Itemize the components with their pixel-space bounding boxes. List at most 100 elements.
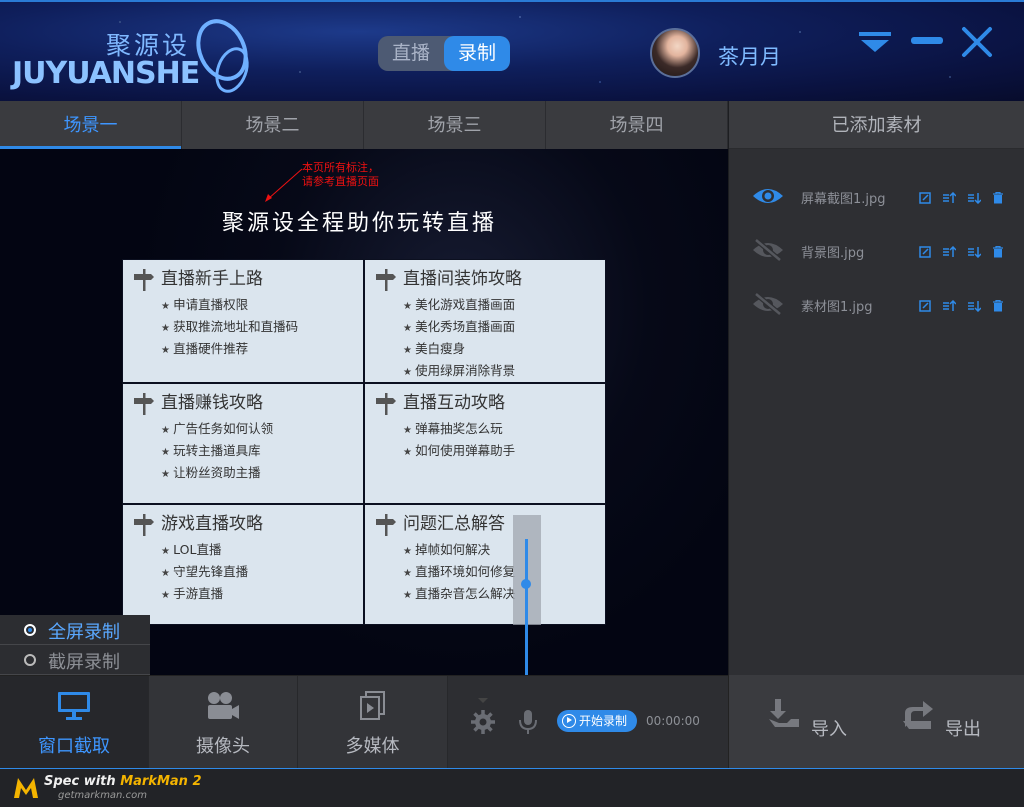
username[interactable]: 茶月月 [718, 41, 781, 71]
guide-link[interactable]: 直播环境如何修复 [403, 561, 605, 583]
avatar[interactable] [650, 28, 700, 78]
signpost-icon [134, 393, 154, 415]
asset-actions [919, 189, 1010, 208]
import-label: 导入 [811, 719, 847, 740]
close-icon[interactable] [961, 26, 993, 58]
asset-item[interactable]: 屏幕截图1.jpg [729, 176, 1024, 216]
move-down-icon[interactable] [967, 189, 982, 208]
start-recording-label: 开始录制 [579, 714, 628, 728]
radio-icon[interactable] [24, 654, 36, 666]
mode-record-option[interactable]: 录制 [444, 36, 510, 71]
visible-eye-icon[interactable] [751, 184, 785, 208]
preview-canvas[interactable]: 本页所有标注， 请参考直播页面 聚源设全程助你玩转直播 直播新手上路 申请直播权… [0, 149, 728, 675]
guide-card[interactable]: 直播新手上路 申请直播权限获取推流地址和直播码直播硬件推荐 [123, 260, 363, 382]
annotation-line: 请参考直播页面 [302, 175, 379, 188]
gear-icon[interactable] [470, 709, 496, 735]
scene-tabbar: 场景一 场景二 场景三 场景四 [0, 101, 728, 149]
asset-item[interactable]: 背景图.jpg [729, 230, 1024, 270]
hidden-eye-icon[interactable] [751, 292, 785, 316]
volume-slider-handle[interactable] [521, 579, 531, 589]
signpost-icon [376, 514, 396, 536]
guide-card-title: 游戏直播攻略 [161, 514, 263, 534]
guide-link[interactable]: 手游直播 [161, 583, 363, 605]
delete-icon[interactable] [992, 243, 1004, 262]
guide-link[interactable]: LOL直播 [161, 539, 363, 561]
guide-link[interactable]: 如何使用弹幕助手 [403, 440, 605, 462]
markman-spec-prefix: Spec with [44, 774, 121, 789]
annotation-note: 本页所有标注， 请参考直播页面 [302, 161, 379, 189]
export-button[interactable]: 导出 [901, 697, 981, 740]
guide-link[interactable]: 广告任务如何认领 [161, 418, 363, 440]
delete-icon[interactable] [992, 297, 1004, 316]
import-button[interactable]: 导入 [767, 697, 847, 740]
asset-actions [919, 297, 1010, 316]
guide-link[interactable]: 获取推流地址和直播码 [161, 316, 363, 338]
signpost-icon [376, 393, 396, 415]
dropdown-caret-icon[interactable] [478, 698, 488, 704]
export-icon [903, 701, 933, 729]
move-up-icon[interactable] [942, 297, 957, 316]
guide-link[interactable]: 守望先锋直播 [161, 561, 363, 583]
guide-card[interactable]: 游戏直播攻略 LOL直播守望先锋直播手游直播 [123, 505, 363, 624]
guide-link[interactable]: 玩转主播道具库 [161, 440, 363, 462]
edit-icon[interactable] [919, 297, 931, 316]
brand-logo-en: JUYUANSHE [12, 56, 200, 91]
guide-card[interactable]: 直播赚钱攻略 广告任务如何认领玩转主播道具库让粉丝资助主播 [123, 384, 363, 503]
radio-selected-icon[interactable] [24, 624, 36, 636]
asset-name: 素材图1.jpg [801, 300, 873, 315]
source-camera-button[interactable]: 摄像头 [149, 676, 298, 769]
guide-link[interactable]: 使用绿屏消除背景 [403, 360, 605, 382]
move-up-icon[interactable] [942, 189, 957, 208]
tab-scene-1[interactable]: 场景一 [0, 101, 182, 149]
signpost-icon [134, 269, 154, 291]
move-down-icon[interactable] [967, 297, 982, 316]
hidden-eye-icon[interactable] [751, 238, 785, 262]
guide-link[interactable]: 掉帧如何解决 [403, 539, 605, 561]
source-media-button[interactable]: 多媒体 [298, 676, 448, 769]
delete-icon[interactable] [992, 189, 1004, 208]
guide-card[interactable]: 直播互动攻略 弹幕抽奖怎么玩如何使用弹幕助手 [365, 384, 605, 503]
edit-icon[interactable] [919, 189, 931, 208]
volume-slider-track[interactable] [525, 539, 528, 675]
guide-card-title: 直播互动攻略 [403, 393, 505, 413]
guide-link[interactable]: 让粉丝资助主播 [161, 462, 363, 484]
guide-card-title: 直播新手上路 [161, 269, 263, 289]
guide-link[interactable]: 美化游戏直播画面 [403, 294, 605, 316]
move-down-icon[interactable] [967, 243, 982, 262]
media-icon [359, 691, 385, 720]
play-icon [562, 714, 576, 728]
guide-link[interactable]: 美白瘦身 [403, 338, 605, 360]
guide-link[interactable]: 美化秀场直播画面 [403, 316, 605, 338]
mode-live-option[interactable]: 直播 [378, 36, 444, 71]
guide-card[interactable]: 问题汇总解答 掉帧如何解决直播环境如何修复直播杂音怎么解决 [365, 505, 605, 624]
export-label: 导出 [945, 719, 981, 740]
guide-link[interactable]: 弹幕抽奖怎么玩 [403, 418, 605, 440]
live-record-toggle[interactable]: 直播 录制 [378, 36, 510, 71]
recording-timer: 00:00:00 [646, 714, 700, 728]
capture-mode-selector: 全屏录制 截屏录制 [0, 615, 150, 675]
source-window-capture-button[interactable]: 窗口截取 [0, 676, 149, 769]
tab-scene-4[interactable]: 场景四 [546, 101, 728, 149]
guide-link[interactable]: 直播硬件推荐 [161, 338, 363, 360]
tab-scene-3[interactable]: 场景三 [364, 101, 546, 149]
minimize-icon[interactable] [910, 36, 944, 46]
guide-card-title: 问题汇总解答 [403, 514, 505, 534]
asset-item[interactable]: 素材图1.jpg [729, 284, 1024, 324]
markman-brand: MarkMan 2 [120, 774, 202, 789]
capture-option-label: 截屏录制 [48, 652, 120, 673]
edit-icon[interactable] [919, 243, 931, 262]
assets-panel: 已添加素材 屏幕截图1.jpg 背景图.jpg 素材图1.jpg [728, 101, 1024, 675]
guide-card[interactable]: 直播间装饰攻略 美化游戏直播画面美化秀场直播画面美白瘦身使用绿屏消除背景 [365, 260, 605, 382]
guide-link[interactable]: 直播杂音怎么解决 [403, 583, 605, 605]
move-up-icon[interactable] [942, 243, 957, 262]
dropdown-menu-icon[interactable] [857, 30, 893, 54]
capture-option-fullscreen[interactable]: 全屏录制 [0, 615, 150, 645]
guide-link[interactable]: 申请直播权限 [161, 294, 363, 316]
microphone-icon[interactable] [518, 709, 538, 735]
capture-option-screenshot[interactable]: 截屏录制 [0, 645, 150, 675]
preview-title: 聚源设全程助你玩转直播 [222, 211, 498, 236]
guide-card-title: 直播赚钱攻略 [161, 393, 263, 413]
tab-scene-2[interactable]: 场景二 [182, 101, 364, 149]
import-icon [769, 699, 799, 727]
start-recording-button[interactable]: 开始录制 [557, 710, 637, 732]
